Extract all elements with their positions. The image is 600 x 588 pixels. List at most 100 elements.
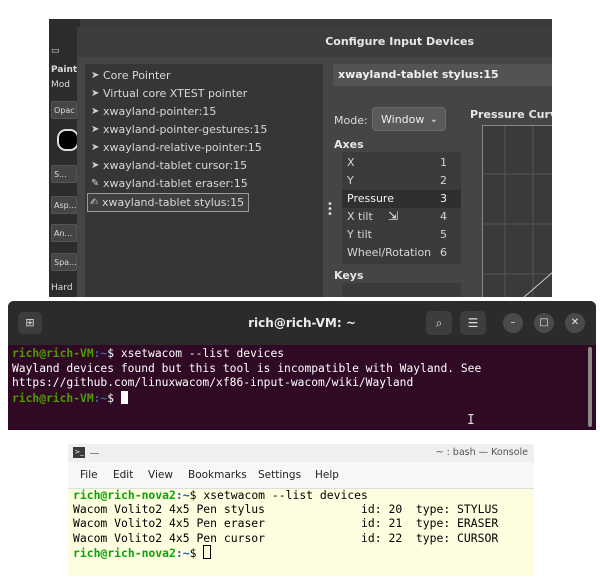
command-text: xsetwacom --list devices	[120, 347, 285, 360]
device-name: xwayland-relative-pointer:15	[103, 141, 262, 154]
device-row: Wacom Volito2 4x5 Pen cursor id: 22 type…	[73, 530, 499, 545]
axis-row-highlighted[interactable]: Pressure 3	[342, 190, 461, 208]
prompt-user: rich@rich-VM	[12, 347, 94, 360]
spacing-slider[interactable]: Spa...	[51, 253, 77, 271]
axis-row[interactable]: Wheel/Rotation 6	[342, 244, 461, 262]
device-name: Core Pointer	[103, 69, 171, 82]
minimize-icon[interactable]: –	[503, 313, 523, 333]
device-item[interactable]: ➤ Core Pointer	[89, 67, 171, 84]
prompt-symbol: $	[189, 488, 204, 502]
eraser-icon: ✎	[91, 178, 100, 189]
opacity-slider[interactable]: Opac	[51, 101, 77, 119]
maximize-icon[interactable]: □	[534, 313, 554, 333]
prompt-symbol: $	[107, 391, 121, 405]
output-line: https://github.com/linuxwacom/xf86-input…	[12, 376, 414, 389]
axis-row[interactable]: Y tilt 5	[342, 226, 461, 244]
axis-row[interactable]: X1	[342, 154, 461, 172]
gimp-tool-options-panel: ▭ Paint Mod Opac S... Asp... An... Spa..…	[49, 19, 80, 297]
prompt-user: rich@rich-nova2	[73, 488, 176, 502]
prompt-symbol: $	[107, 347, 121, 360]
axis-number: 2	[440, 174, 447, 187]
konsole-title: ~ : bash — Konsole	[435, 447, 528, 458]
prompt-path: :~	[93, 391, 108, 405]
menu-settings[interactable]: Settings	[258, 462, 301, 488]
device-row: Wacom Volito2 4x5 Pen stylus id: 20 type…	[73, 502, 499, 517]
pointer-arrow-icon: ➤	[91, 160, 100, 171]
monitor-icon[interactable]: ▭	[51, 46, 79, 56]
konsole-output[interactable]: rich@rich-nova2:~$ xsetwacom --list devi…	[73, 488, 533, 560]
terminal-output[interactable]: rich@rich-VM:~$ xsetwacom --list devices…	[12, 347, 586, 406]
pressure-curve-editor[interactable]	[482, 125, 552, 297]
menu-file[interactable]: File	[80, 462, 98, 488]
device-name: xwayland-tablet stylus:15	[102, 196, 245, 209]
device-item[interactable]: ✎ xwayland-tablet eraser:15	[89, 175, 248, 192]
pointer-arrow-icon: ➤	[91, 124, 100, 135]
device-name: xwayland-pointer:15	[103, 105, 217, 118]
menu-bookmarks[interactable]: Bookmarks	[188, 462, 247, 488]
pointer-arrow-icon: ➤	[91, 142, 100, 153]
size-slider[interactable]: S...	[51, 165, 77, 183]
command-text: xsetwacom --list devices	[203, 488, 368, 502]
prompt-user: rich@rich-VM	[12, 391, 94, 405]
axes-table: X1 Y2 Pressure 3 X tilt 4 Y tilt 5 Wheel/Ro…	[342, 152, 461, 264]
axis-name: X	[347, 156, 355, 169]
axis-name: Y	[347, 174, 354, 187]
device-item[interactable]: ➤ xwayland-tablet cursor:15	[89, 157, 247, 174]
menu-edit[interactable]: Edit	[113, 462, 133, 488]
terminal-scrollbar[interactable]	[588, 347, 592, 427]
device-name: Virtual core XTEST pointer	[103, 87, 248, 100]
hardness-label: Hard	[51, 283, 73, 293]
chevron-down-icon: ⌄	[429, 114, 438, 125]
konsole-window: >_ ~ : bash — Konsole File Edit View Boo…	[68, 444, 534, 576]
axis-name: Y tilt	[347, 228, 372, 241]
stylus-icon: ✍	[90, 197, 99, 208]
text-cursor	[120, 390, 128, 404]
output-line: Wayland devices found but this tool is i…	[12, 361, 482, 375]
pointer-arrow-icon: ➤	[91, 106, 100, 117]
mouse-cursor-icon: ⇲	[388, 209, 399, 223]
dialog-title: Configure Input Devices	[77, 27, 552, 57]
mode-value: Window	[381, 113, 425, 126]
ibeam-cursor-icon: I	[467, 413, 475, 428]
new-tab-icon[interactable]: ⊞	[18, 312, 42, 334]
device-item[interactable]: ➤ Virtual core XTEST pointer	[89, 85, 247, 102]
device-name: xwayland-tablet eraser:15	[103, 177, 248, 190]
keys-list	[342, 283, 461, 297]
device-item-selected[interactable]: ✍ xwayland-tablet stylus:15	[87, 193, 250, 212]
device-item[interactable]: ➤ xwayland-relative-pointer:15	[89, 139, 262, 156]
angle-slider[interactable]: An...	[51, 224, 77, 242]
mode-dropdown[interactable]: Window ⌄	[372, 107, 446, 131]
pointer-arrow-icon: ➤	[91, 70, 100, 81]
konsole-menubar: File Edit View Bookmarks Settings Help	[68, 462, 534, 489]
gimp-window: ▭ Paint Mod Opac S... Asp... An... Spa..…	[49, 19, 552, 297]
pressure-curve-line	[523, 272, 552, 297]
prompt-user: rich@rich-nova2	[73, 545, 176, 560]
prompt-path: :~	[175, 545, 190, 560]
device-item[interactable]: ➤ xwayland-pointer-gestures:15	[89, 121, 267, 138]
pane-resize-handle[interactable]: • • •	[327, 200, 333, 220]
device-item[interactable]: ➤ xwayland-pointer:15	[89, 103, 216, 120]
axis-number: 4	[440, 210, 447, 223]
axis-number: 3	[440, 192, 447, 205]
prompt-path: :~	[175, 488, 190, 502]
prompt-symbol: $	[189, 545, 204, 560]
configure-input-devices-dialog: Configure Input Devices ➤ Core Pointer ➤ V…	[77, 27, 552, 297]
prompt-path: :~	[93, 347, 108, 360]
axis-row[interactable]: Y2	[342, 172, 461, 190]
device-row: Wacom Volito2 4x5 Pen eraser id: 21 type…	[73, 516, 499, 531]
device-name: xwayland-pointer-gestures:15	[103, 123, 268, 136]
hamburger-menu-icon[interactable]: ☰	[460, 311, 486, 335]
close-icon[interactable]: ✕	[565, 313, 585, 333]
axis-row[interactable]: X tilt 4	[342, 208, 461, 226]
axis-name: Wheel/Rotation	[347, 246, 432, 259]
brush-preview[interactable]	[57, 129, 79, 151]
menu-help[interactable]: Help	[315, 462, 339, 488]
keys-heading: Keys	[334, 269, 364, 282]
search-icon[interactable]: ⌕	[426, 311, 452, 335]
pointer-arrow-icon: ➤	[91, 88, 100, 99]
text-cursor	[203, 544, 212, 559]
aspect-slider[interactable]: Asp...	[51, 196, 77, 214]
axis-number: 1	[440, 156, 447, 169]
axis-name: Pressure	[347, 192, 394, 205]
menu-view[interactable]: View	[148, 462, 173, 488]
